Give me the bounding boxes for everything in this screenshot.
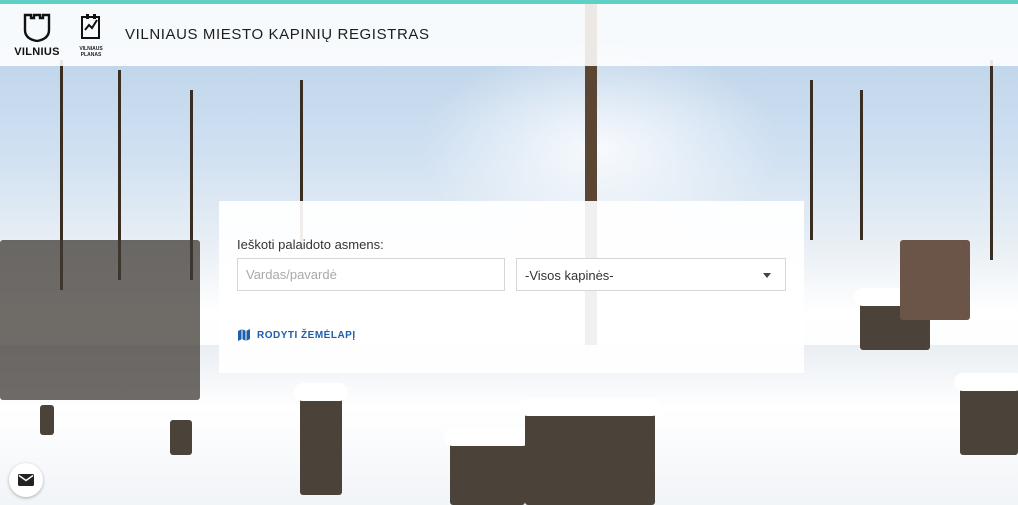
vilnius-logo[interactable]: VILNIUS (6, 12, 68, 60)
vilnius-planas-logo[interactable]: VILNIAUS PLANAS (74, 14, 108, 62)
mail-icon (18, 474, 34, 486)
page-title: VILNIAUS MIESTO KAPINIŲ REGISTRAS (125, 26, 430, 43)
search-panel: Ieškoti palaidoto asmens: -Visos kapinės… (219, 201, 804, 373)
chevron-down-icon (763, 273, 771, 278)
map-icon (238, 329, 250, 341)
header: VILNIUS VILNIAUS PLANAS VILNIAUS MIESTO … (0, 4, 1018, 66)
contact-mail-button[interactable] (9, 463, 43, 497)
name-search-input[interactable] (237, 258, 505, 291)
cemetery-select-value: -Visos kapinės- (525, 268, 614, 283)
cemetery-select[interactable]: -Visos kapinės- (516, 258, 786, 291)
vilnius-shield-icon (23, 13, 51, 42)
show-map-link[interactable]: RODYTI ŽEMĖLAPĮ (237, 328, 356, 342)
vilnius-planas-text: VILNIAUS PLANAS (79, 46, 103, 58)
vilnius-logo-text: VILNIUS (14, 46, 60, 58)
show-map-label: RODYTI ŽEMĖLAPĮ (257, 329, 356, 341)
vilnius-planas-icon (81, 14, 100, 39)
search-label: Ieškoti palaidoto asmens: (237, 237, 384, 252)
